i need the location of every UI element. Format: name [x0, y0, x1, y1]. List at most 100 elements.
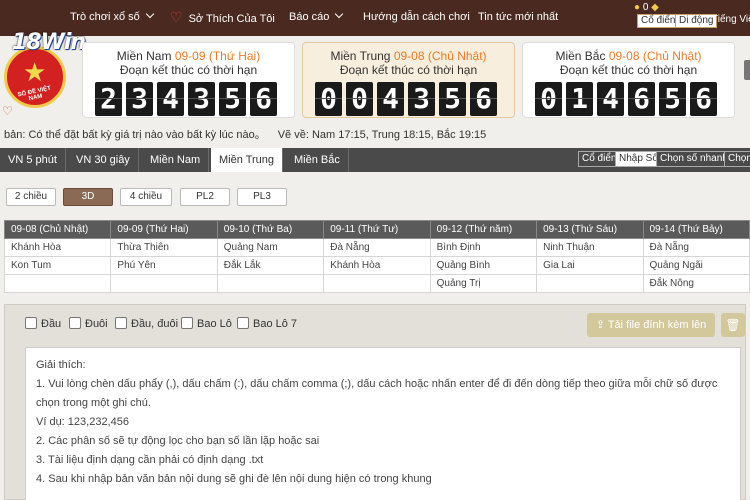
- countdown-digit: 6: [628, 82, 655, 116]
- region-card-north[interactable]: Miền Bắc 09-08 (Chủ Nhật) Đoạn kết thúc …: [522, 42, 735, 118]
- table-cell: Khánh Hòa: [323, 256, 431, 275]
- table-cell: [536, 274, 644, 293]
- checkbox[interactable]: [25, 317, 37, 329]
- table-cell: Gia Lai: [536, 256, 644, 275]
- table-row: Quảng Trị Đắk Nông: [3, 274, 750, 293]
- tab-pick[interactable]: Chọn: [724, 151, 750, 167]
- table-cell: Bình Định: [429, 238, 538, 257]
- countdown-digit: 4: [157, 82, 184, 116]
- tab-enter-numbers[interactable]: Nhập Số: [615, 151, 662, 167]
- region-title: Miền Nam 09-09 (Thứ Hai): [83, 49, 294, 63]
- clear-button[interactable]: 🗑: [721, 313, 745, 337]
- nav-reports[interactable]: Báo cáo: [289, 9, 344, 23]
- nav-latest-news[interactable]: Tin tức mới nhất: [478, 11, 558, 23]
- countdown-digit: 6: [690, 82, 717, 116]
- nav-reports-label: Báo cáo: [289, 11, 330, 23]
- countdown-digit: 1: [566, 82, 593, 116]
- tab-south[interactable]: Miền Nam: [142, 148, 210, 172]
- option-tail[interactable]: Đuôi: [69, 317, 108, 330]
- game-type-4-way[interactable]: 4 chiều: [120, 188, 172, 206]
- column-header: 09-10 (Thứ Ba): [216, 220, 325, 239]
- region-subtitle: Đoạn kết thúc có thời hạn: [119, 63, 258, 77]
- option-bao-lo[interactable]: Bao Lô: [181, 317, 232, 330]
- table-cell: Phú Yên: [110, 256, 218, 275]
- region-name: Miền Bắc: [555, 49, 606, 63]
- game-type-2-way[interactable]: 2 chiều: [6, 188, 56, 206]
- table-cell: [110, 274, 218, 293]
- countdown-digit: 3: [126, 82, 153, 116]
- game-type-3d[interactable]: 3D: [63, 188, 113, 206]
- balance-count: 0: [642, 2, 649, 13]
- seal-emblem: ★ SỐ ĐỀ VIỆT NAM: [4, 46, 66, 108]
- nav-lottery-games-label: Trò chơi xổ số: [70, 11, 140, 23]
- option-label: Bao Lô: [197, 318, 232, 330]
- option-label: Đầu, đuôi: [131, 318, 179, 330]
- heart-icon[interactable]: ♡: [2, 104, 13, 118]
- table-cell: Kon Tum: [3, 256, 112, 275]
- countdown-digit: 4: [377, 82, 404, 116]
- chevron-down-icon: [335, 9, 344, 19]
- countdown-digit: 5: [659, 82, 686, 116]
- table-cell: Đà Nẵng: [323, 238, 431, 257]
- option-head-tail[interactable]: Đầu, đuôi: [115, 317, 178, 330]
- table-cell: Đắk Lắk: [216, 256, 325, 275]
- column-header: 09-13 (Thứ Sáu): [536, 220, 644, 239]
- draw-schedule-table: 09-08 (Chủ Nhật) 09-09 (Thứ Hai) 09-10 (…: [3, 220, 750, 293]
- region-card-central[interactable]: Miền Trung 09-08 (Chủ Nhật) Đoạn kết thú…: [302, 42, 515, 118]
- instructions-title: Giải thích:: [36, 359, 86, 371]
- countdown-digit: 5: [219, 82, 246, 116]
- table-cell: [216, 274, 325, 293]
- column-header: 09-14 (Thứ Bảy): [642, 220, 750, 239]
- option-head[interactable]: Đầu: [25, 317, 61, 330]
- seal-text: SỐ ĐỀ VIỆT NAM: [17, 85, 52, 103]
- checkbox[interactable]: [237, 317, 249, 329]
- table-cell: Đắk Nông: [642, 274, 750, 293]
- language-selector[interactable]: Tiếng Việt: [712, 14, 750, 25]
- table-cell: Quảng Bình: [429, 256, 538, 275]
- star-icon: ★: [23, 57, 47, 87]
- countdown-digit: 3: [188, 82, 215, 116]
- instructions-textarea[interactable]: Giải thích: 1. Vui lòng chèn dấu phẩy (,…: [25, 347, 741, 500]
- user-icon: ●: [634, 2, 641, 13]
- table-header-row: 09-08 (Chủ Nhật) 09-09 (Thứ Hai) 09-10 (…: [3, 220, 750, 239]
- table-row: Kon Tum Phú Yên Đắk Lắk Khánh Hòa Quảng …: [3, 256, 750, 275]
- option-label: Đuôi: [85, 318, 108, 330]
- upload-label: Tải file đính kèm lên: [607, 319, 707, 331]
- brand-logo[interactable]: ★ SỐ ĐỀ VIỆT NAM 18Win ♡: [0, 30, 86, 122]
- game-type-pl2[interactable]: PL2: [180, 188, 230, 206]
- chevron-down-icon: [145, 9, 155, 19]
- nav-how-to-play[interactable]: Hướng dẫn cách chơi: [363, 11, 470, 23]
- nav-lottery-games[interactable]: Trò chơi xổ số: [70, 9, 155, 23]
- checkbox[interactable]: [115, 317, 127, 329]
- tab-quick-pick[interactable]: Chọn số nhanh: [656, 151, 732, 167]
- info-line: bản: Có thể đặt bất kỳ giá trị nào vào b…: [4, 126, 486, 142]
- lock-icon: ◆: [651, 2, 659, 13]
- upload-file-button[interactable]: ⇪ Tải file đính kèm lên: [587, 313, 715, 337]
- game-type-pl3[interactable]: PL3: [237, 188, 287, 206]
- table-cell: Quảng Trị: [429, 274, 538, 293]
- instruction-line: 4. Sau khi nhập bản văn bản nội dung sẽ …: [36, 473, 432, 485]
- option-label: Đầu: [41, 318, 62, 330]
- betting-notice: bản: Có thể đặt bất kỳ giá trị nào vào b…: [4, 129, 266, 141]
- nav-favorites[interactable]: ♡ Sở Thích Của Tôi: [170, 9, 275, 26]
- column-header: 09-08 (Chủ Nhật): [3, 220, 112, 239]
- tab-north[interactable]: Miền Bắc: [286, 148, 349, 172]
- account-area: ● 0 ◆: [634, 2, 659, 13]
- countdown-digit: 5: [439, 82, 466, 116]
- scroll-right-button[interactable]: [744, 60, 750, 80]
- brand-name: 18Win: [12, 30, 86, 55]
- option-bao-lo-7[interactable]: Bao Lô 7: [237, 317, 297, 330]
- region-card-south[interactable]: Miền Nam 09-09 (Thứ Hai) Đoạn kết thúc c…: [82, 42, 295, 118]
- checkbox[interactable]: [69, 317, 81, 329]
- countdown-digit: 0: [535, 82, 562, 116]
- instruction-line: 2. Các phân số sẽ tự động lọc cho bạn số…: [36, 435, 320, 447]
- tab-vn-5-minute[interactable]: VN 5 phút: [0, 148, 66, 172]
- table-cell: Đà Nẵng: [642, 238, 750, 257]
- tab-vn-30-second[interactable]: VN 30 giây: [68, 148, 139, 172]
- tab-central[interactable]: Miền Trung: [211, 148, 284, 172]
- classic-view-button[interactable]: Cổ điển: [637, 14, 680, 28]
- column-header: 09-12 (Thứ năm): [429, 220, 538, 239]
- table-row: Khánh Hòa Thừa Thiên Quảng Nam Đà Nẵng B…: [3, 238, 750, 257]
- checkbox[interactable]: [181, 317, 193, 329]
- instruction-line: 3. Tài liệu định dạng cần phải có định d…: [36, 454, 264, 466]
